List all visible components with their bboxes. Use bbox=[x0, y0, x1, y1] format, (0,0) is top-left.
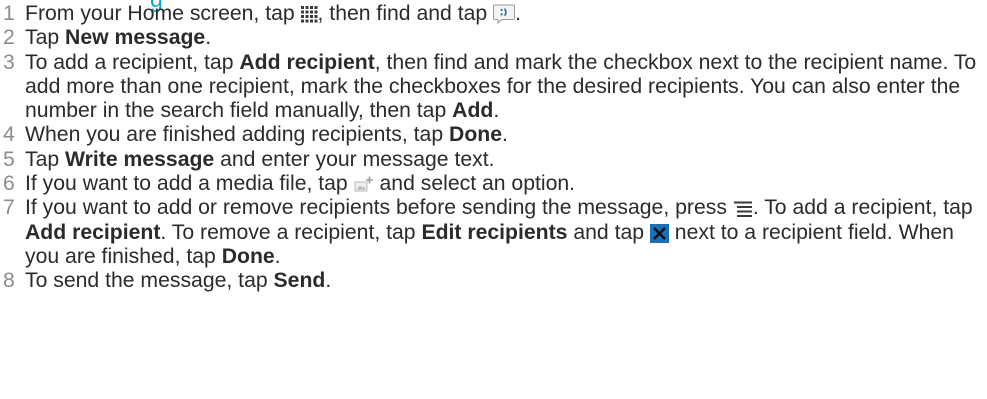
step-number: 1 bbox=[3, 2, 15, 25]
step-number: 3 bbox=[3, 50, 15, 74]
step-number: 7 bbox=[3, 196, 15, 220]
step-5: 5 Tap Write message and enter your messa… bbox=[0, 148, 980, 172]
attach-media-icon bbox=[354, 175, 374, 193]
remove-x-icon bbox=[649, 223, 669, 243]
step-number: 5 bbox=[3, 147, 15, 171]
step-3: 3 To add a recipient, tap Add recipient,… bbox=[0, 51, 980, 124]
step-8: 8 To send the message, tap Send. bbox=[0, 269, 980, 293]
step-number: 6 bbox=[3, 172, 15, 196]
step-list: 1 From your Home screen, tap , then find… bbox=[0, 2, 980, 294]
step-number: 2 bbox=[3, 26, 15, 50]
step-7: 7 If you want to add or remove recipient… bbox=[0, 196, 980, 269]
app-grid-icon bbox=[300, 5, 318, 23]
step-4: 4 When you are finished adding recipient… bbox=[0, 123, 980, 147]
step-number: 4 bbox=[3, 123, 15, 147]
step-1: 1 From your Home screen, tap , then find… bbox=[0, 2, 980, 26]
messaging-icon bbox=[493, 4, 516, 25]
menu-icon bbox=[733, 201, 753, 217]
step-6: 6 If you want to add a media file, tap a… bbox=[0, 172, 980, 196]
step-number: 8 bbox=[3, 269, 15, 293]
step-2: 2 Tap New message. bbox=[0, 26, 980, 50]
